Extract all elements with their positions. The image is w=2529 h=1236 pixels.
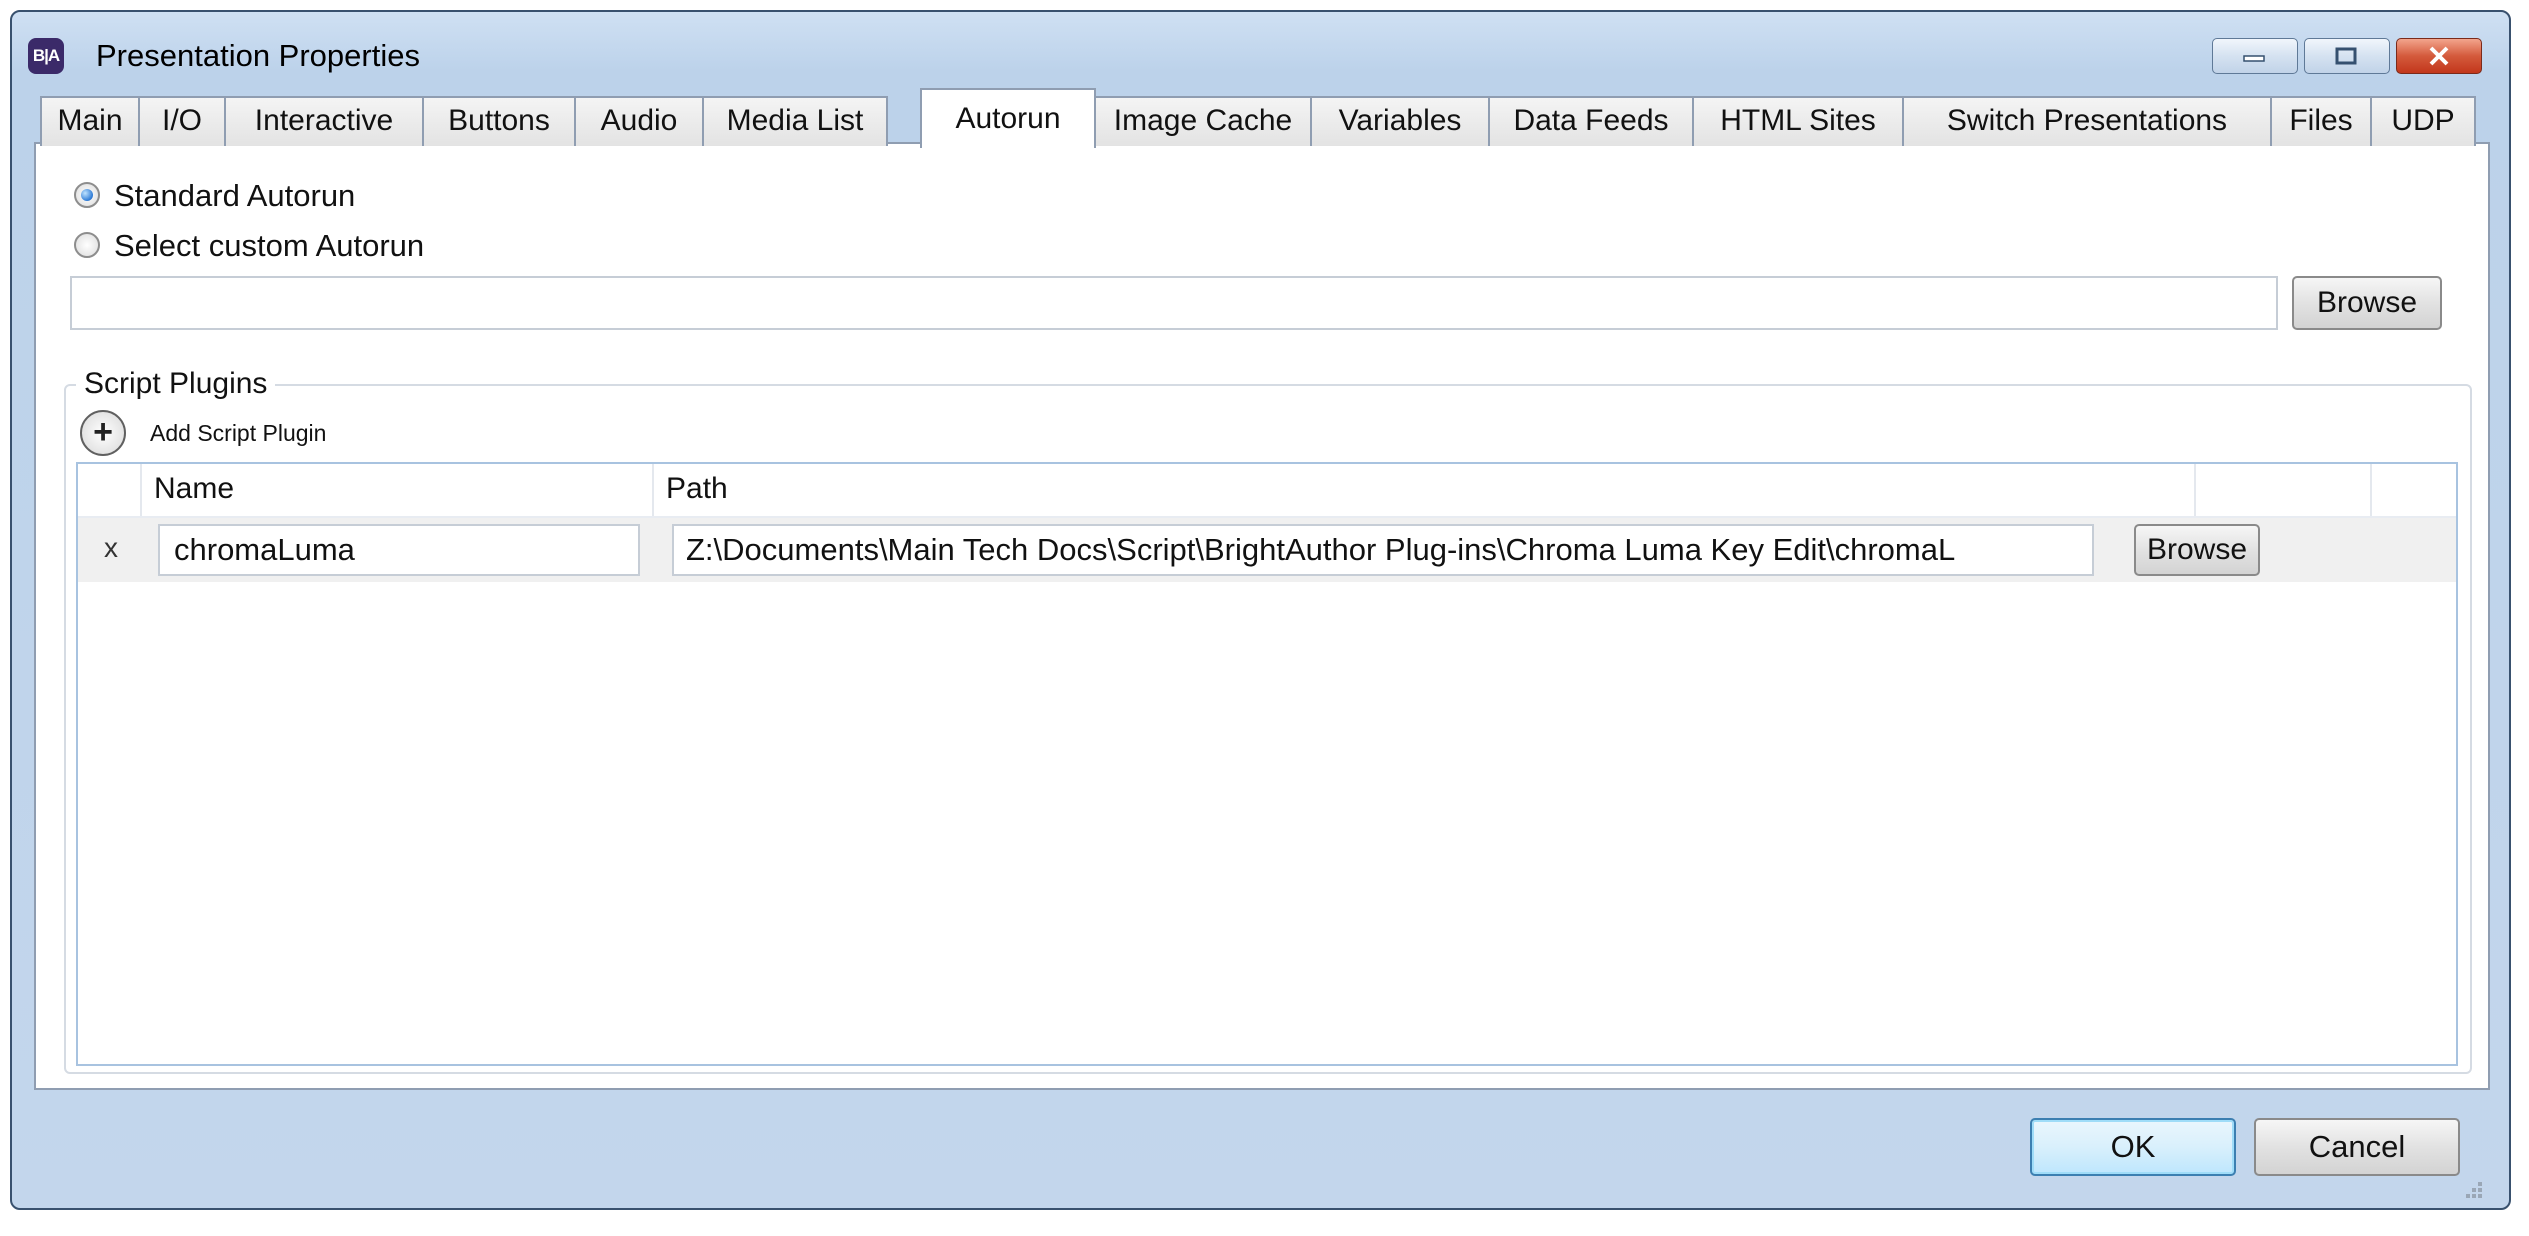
tab-html-sites[interactable]: HTML Sites xyxy=(1692,96,1904,146)
tab-udp[interactable]: UDP xyxy=(2370,96,2476,146)
window-title: Presentation Properties xyxy=(96,38,420,73)
script-plugins-title: Script Plugins xyxy=(76,366,276,402)
tab-image-cache[interactable]: Image Cache xyxy=(1094,96,1312,146)
tab-variables[interactable]: Variables xyxy=(1310,96,1490,146)
maximize-button[interactable] xyxy=(2304,38,2390,74)
close-button[interactable] xyxy=(2396,38,2482,74)
standard-autorun-label[interactable]: Standard Autorun xyxy=(114,178,355,214)
custom-autorun-path-input[interactable] xyxy=(70,276,2278,330)
tab-autorun[interactable]: Autorun xyxy=(920,88,1096,148)
cancel-button[interactable]: Cancel xyxy=(2254,1118,2460,1176)
grid-header-browse xyxy=(2196,464,2372,516)
tab-files[interactable]: Files xyxy=(2270,96,2372,146)
plugin-name-field[interactable]: chromaLuma xyxy=(158,524,640,576)
minimize-button[interactable] xyxy=(2212,38,2298,74)
add-plus-icon[interactable]: + xyxy=(80,410,126,456)
delete-row-button[interactable]: x xyxy=(104,530,118,566)
table-row[interactable]: x chromaLuma Z:\Documents\Main Tech Docs… xyxy=(78,518,2456,582)
ok-button[interactable]: OK xyxy=(2030,1118,2236,1176)
tab-data-feeds[interactable]: Data Feeds xyxy=(1488,96,1694,146)
tab-media-list[interactable]: Media List xyxy=(702,96,888,146)
tab-interactive[interactable]: Interactive xyxy=(224,96,424,146)
resize-grip-icon[interactable] xyxy=(2456,1172,2486,1202)
script-plugins-grid: Name Path x chromaLuma Z:\Documents\Main… xyxy=(76,462,2458,1066)
close-icon xyxy=(2429,46,2449,66)
tab-strip: Main I/O Interactive Buttons Audio Media… xyxy=(40,88,2480,148)
grid-header-path[interactable]: Path xyxy=(654,464,2196,516)
tab-buttons[interactable]: Buttons xyxy=(422,96,576,146)
standard-autorun-radio[interactable] xyxy=(74,182,100,208)
tab-audio[interactable]: Audio xyxy=(574,96,704,146)
tab-io[interactable]: I/O xyxy=(138,96,226,146)
tab-main[interactable]: Main xyxy=(40,96,140,146)
plugin-path-field[interactable]: Z:\Documents\Main Tech Docs\Script\Brigh… xyxy=(672,524,2094,576)
add-script-plugin-button[interactable]: Add Script Plugin xyxy=(150,418,326,448)
custom-autorun-label[interactable]: Select custom Autorun xyxy=(114,228,424,264)
grid-header-name[interactable]: Name xyxy=(142,464,654,516)
plugin-browse-button[interactable]: Browse xyxy=(2134,524,2260,576)
minimize-icon xyxy=(2243,55,2265,62)
tab-switch-presentations[interactable]: Switch Presentations xyxy=(1902,96,2272,146)
custom-autorun-radio[interactable] xyxy=(74,232,100,258)
maximize-icon xyxy=(2335,47,2357,65)
grid-header-delete xyxy=(78,464,142,516)
app-logo-icon: B|A xyxy=(28,38,64,74)
autorun-browse-button[interactable]: Browse xyxy=(2292,276,2442,330)
